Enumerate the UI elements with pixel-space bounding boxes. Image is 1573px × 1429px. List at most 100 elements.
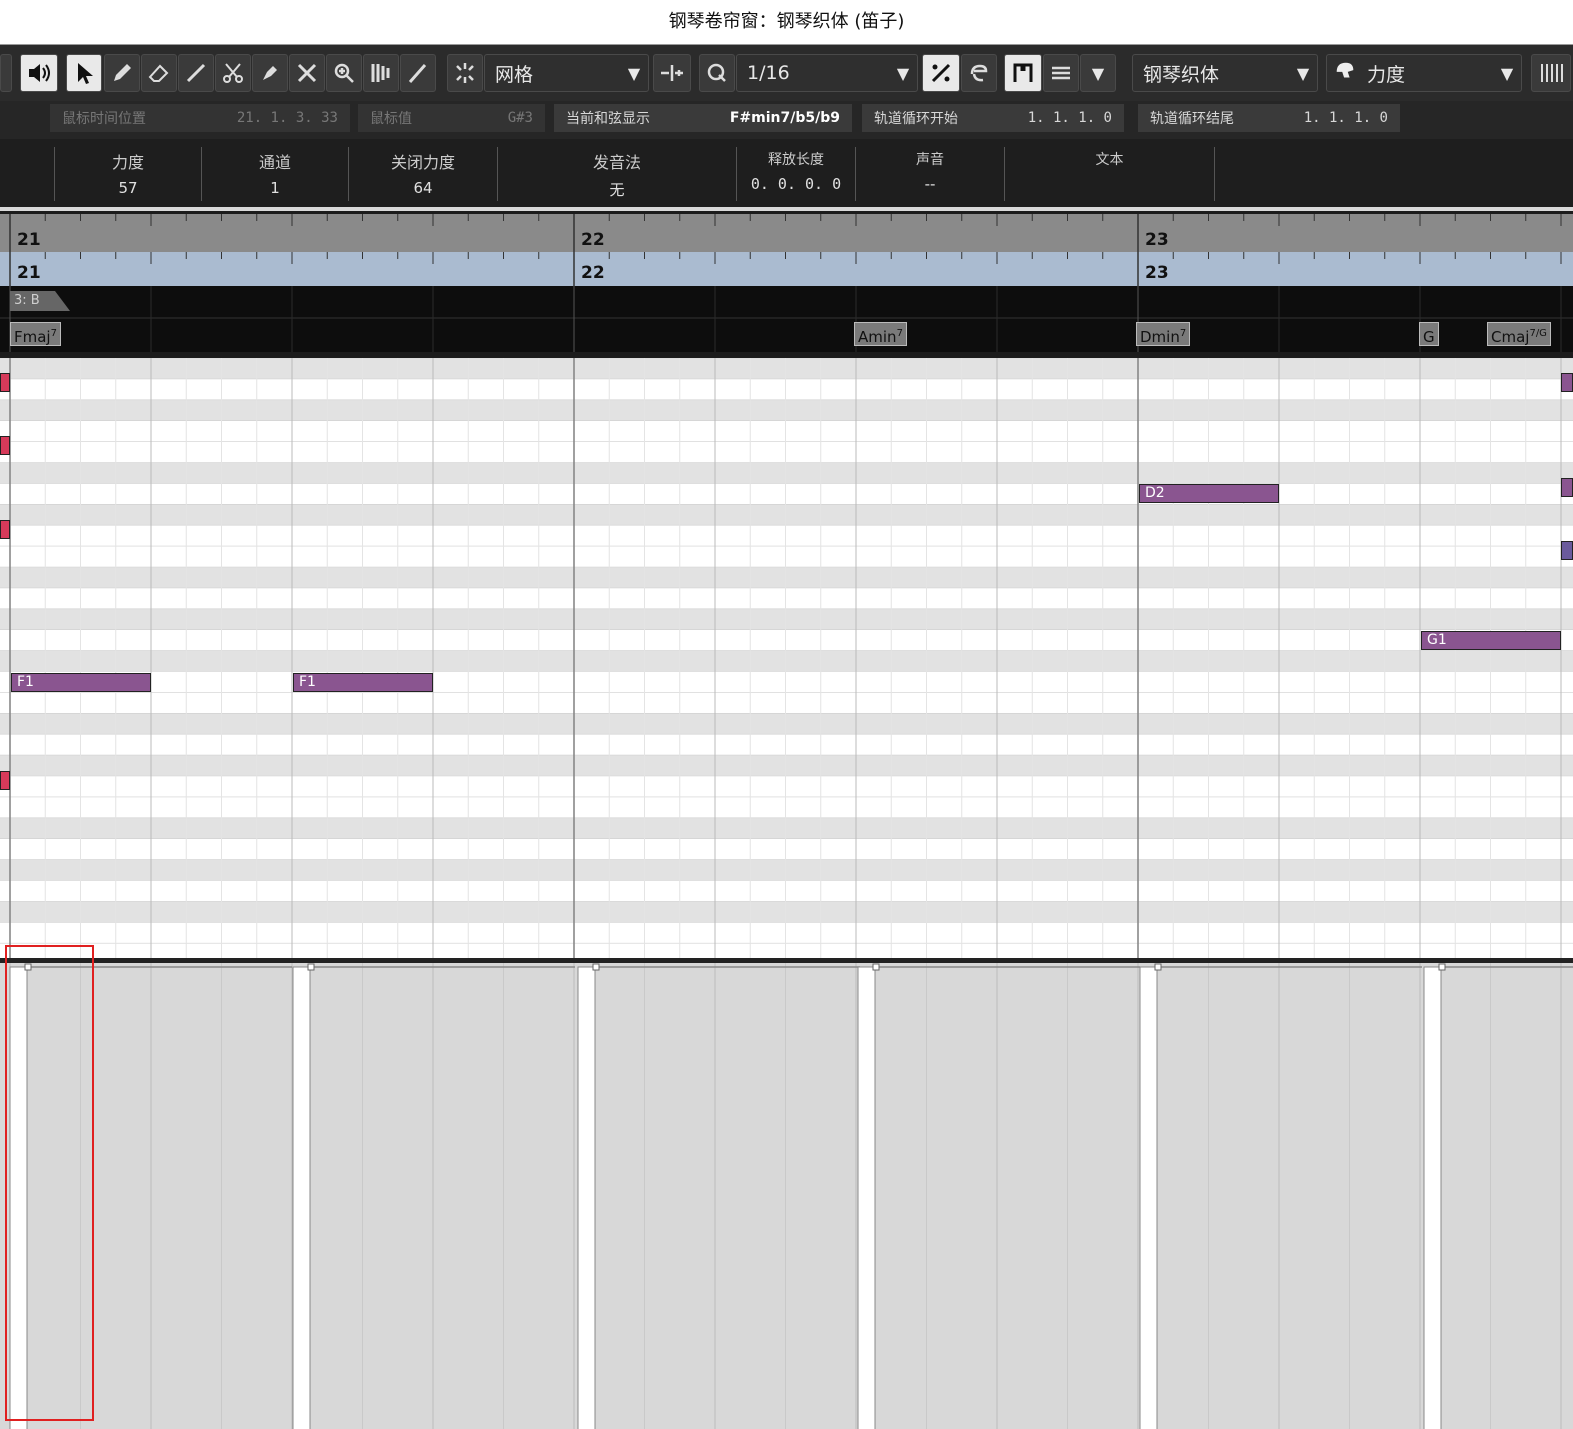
chord-event[interactable]: G <box>1419 322 1439 346</box>
snap-to-zero-crossing-icon[interactable] <box>653 54 691 92</box>
loop-start[interactable]: 轨道循环开始 1. 1. 1. 0 <box>862 104 1124 132</box>
bar-number: 23 <box>1145 263 1169 283</box>
chord-extension: 7 <box>1179 328 1187 339</box>
chevron-down-icon: ▼ <box>896 63 910 83</box>
note-edge-fragment[interactable] <box>0 373 10 392</box>
snap-mode-select[interactable]: 网格 ▼ <box>484 54 649 92</box>
window-title: 钢琴卷帘窗：钢琴织体 (笛子) <box>0 0 1573 45</box>
inspector-voice[interactable]: 声音 -- <box>856 147 1005 201</box>
pointer-tool-icon[interactable] <box>66 54 102 92</box>
event-color-value: 钢琴织体 <box>1143 63 1220 86</box>
note-edge-fragment[interactable] <box>1561 541 1573 560</box>
note-grid[interactable]: F3E3E3E3E3C3C3C3C3F1F1G3G3G3G3G3E3E3D3D3… <box>0 358 1573 958</box>
inspector-value: -- <box>924 175 936 193</box>
mouse-time-position: 鼠标时间位置 21. 1. 3. 33 <box>50 104 350 132</box>
eraser-tool-icon[interactable] <box>141 54 177 92</box>
toolbar-left-edge[interactable] <box>0 54 12 92</box>
inspector-velocity[interactable]: 力度 57 <box>55 147 202 201</box>
inspector-value: 64 <box>413 179 433 197</box>
zoom-tool-icon[interactable] <box>326 54 362 92</box>
quantize-value-select[interactable]: 1/16 ▼ <box>736 54 918 92</box>
note[interactable]: G1 <box>1421 630 1561 650</box>
bar-ruler[interactable]: 21 22 23 <box>0 214 1573 252</box>
inspector-release-length[interactable]: 释放长度 0. 0. 0. 0 <box>737 147 856 201</box>
speaker-icon[interactable] <box>20 54 58 92</box>
velocity-bar <box>857 966 876 1429</box>
snap-toggle-icon[interactable] <box>447 54 483 92</box>
chevron-down-icon[interactable]: ▼ <box>1080 54 1116 92</box>
note-edge-fragment[interactable] <box>1561 373 1573 392</box>
note[interactable]: F1 <box>293 672 433 692</box>
chevron-down-icon: ▼ <box>627 63 641 83</box>
velocity-lane[interactable] <box>0 963 1573 1429</box>
controller-lane-select[interactable]: 力度 ▼ <box>1326 54 1522 92</box>
velocity-bar <box>577 966 596 1429</box>
note[interactable]: D2 <box>1139 484 1279 504</box>
drumstick-tool-icon[interactable] <box>363 54 399 92</box>
current-chord-display: 当前和弦显示 F#min7/b5/b9 <box>554 104 852 132</box>
chord-track[interactable] <box>0 286 1573 352</box>
chord-root: G <box>1423 328 1435 346</box>
note-edge-fragment[interactable] <box>0 520 10 539</box>
bar-number: 23 <box>1145 230 1169 250</box>
chord-event[interactable]: Amin7 <box>854 322 907 346</box>
inspector-label: 声音 <box>916 152 944 168</box>
note-grid-lines <box>0 358 1573 958</box>
inspector-value: 1 <box>270 179 280 197</box>
chord-event[interactable]: Fmaj7 <box>10 322 61 346</box>
inspector-value: 0. 0. 0. 0 <box>750 175 842 193</box>
scissors-tool-icon[interactable] <box>215 54 251 92</box>
inspector-channel[interactable]: 通道 1 <box>202 147 349 201</box>
quantize-value: 1/16 <box>747 62 790 84</box>
chord-extension: 7 <box>50 328 57 339</box>
keyboard-icon[interactable] <box>1531 54 1571 92</box>
inspector-label: 力度 <box>111 153 144 172</box>
bar-ruler-ticks <box>9 214 1562 252</box>
snap-mode-value: 网格 <box>495 63 534 86</box>
event-color-select[interactable]: 钢琴织体 ▼ <box>1132 54 1318 92</box>
line-tool-icon[interactable] <box>178 54 214 92</box>
chord-display-label: 当前和弦显示 <box>566 111 650 127</box>
inspector-text[interactable]: 文本 <box>1005 147 1215 201</box>
toolbar: 网格 ▼ 1/16 ▼ ▼ 钢琴织体 ▼ 力度 ▼ <box>0 45 1573 101</box>
chord-event[interactable]: Cmaj7/G <box>1487 322 1551 346</box>
loop-ruler[interactable]: 21 22 23 <box>0 252 1573 286</box>
chord-display-value: F#min7/b5/b9 <box>729 110 840 126</box>
chord-root: Amin <box>858 328 897 346</box>
quantize-preset-icon[interactable] <box>961 54 997 92</box>
velocity-lane-graphics <box>9 963 1573 1429</box>
chord-root: Fmaj <box>14 328 51 346</box>
inspector-off-velocity[interactable]: 关闭力度 64 <box>349 147 498 201</box>
acoustic-feedback-icon[interactable] <box>1004 54 1042 92</box>
inspector-articulation[interactable]: 发音法 无 <box>498 147 737 201</box>
pencil-tool-icon[interactable] <box>104 54 140 92</box>
inspector-value: 57 <box>118 179 138 197</box>
loop-end-value: 1. 1. 1. 0 <box>1303 110 1388 126</box>
inspector-label: 通道 <box>258 153 291 172</box>
velocity-bar <box>292 966 311 1429</box>
info-line: 鼠标时间位置 21. 1. 3. 33 鼠标值 G#3 当前和弦显示 F#min… <box>0 101 1573 139</box>
bar-number: 22 <box>581 263 605 283</box>
note[interactable]: F1 <box>11 672 151 692</box>
loop-start-value: 1. 1. 1. 0 <box>1027 110 1112 126</box>
velocity-bar <box>1139 966 1158 1429</box>
quantize-icon[interactable] <box>699 54 735 92</box>
chevron-down-icon: ▼ <box>1500 63 1514 83</box>
loop-end-label: 轨道循环结尾 <box>1150 111 1234 127</box>
layers-icon[interactable] <box>1043 54 1079 92</box>
note-edge-fragment[interactable] <box>0 771 10 790</box>
iterative-quantize-icon[interactable] <box>922 54 960 92</box>
loop-ruler-ticks <box>9 252 1562 286</box>
mute-tool-icon[interactable] <box>289 54 325 92</box>
inspector-label: 关闭力度 <box>390 153 455 172</box>
inspector-label: 释放长度 <box>768 152 824 168</box>
chord-event[interactable]: Dmin7 <box>1136 322 1191 346</box>
trim-tool-icon[interactable] <box>400 54 436 92</box>
glue-tool-icon[interactable] <box>252 54 288 92</box>
mouse-value-label: 鼠标值 <box>370 111 412 127</box>
loop-end[interactable]: 轨道循环结尾 1. 1. 1. 0 <box>1138 104 1400 132</box>
controller-lane-value: 力度 <box>1367 63 1406 86</box>
inspector-label: 发音法 <box>592 153 641 172</box>
note-edge-fragment[interactable] <box>0 436 10 455</box>
note-edge-fragment[interactable] <box>1561 478 1573 497</box>
